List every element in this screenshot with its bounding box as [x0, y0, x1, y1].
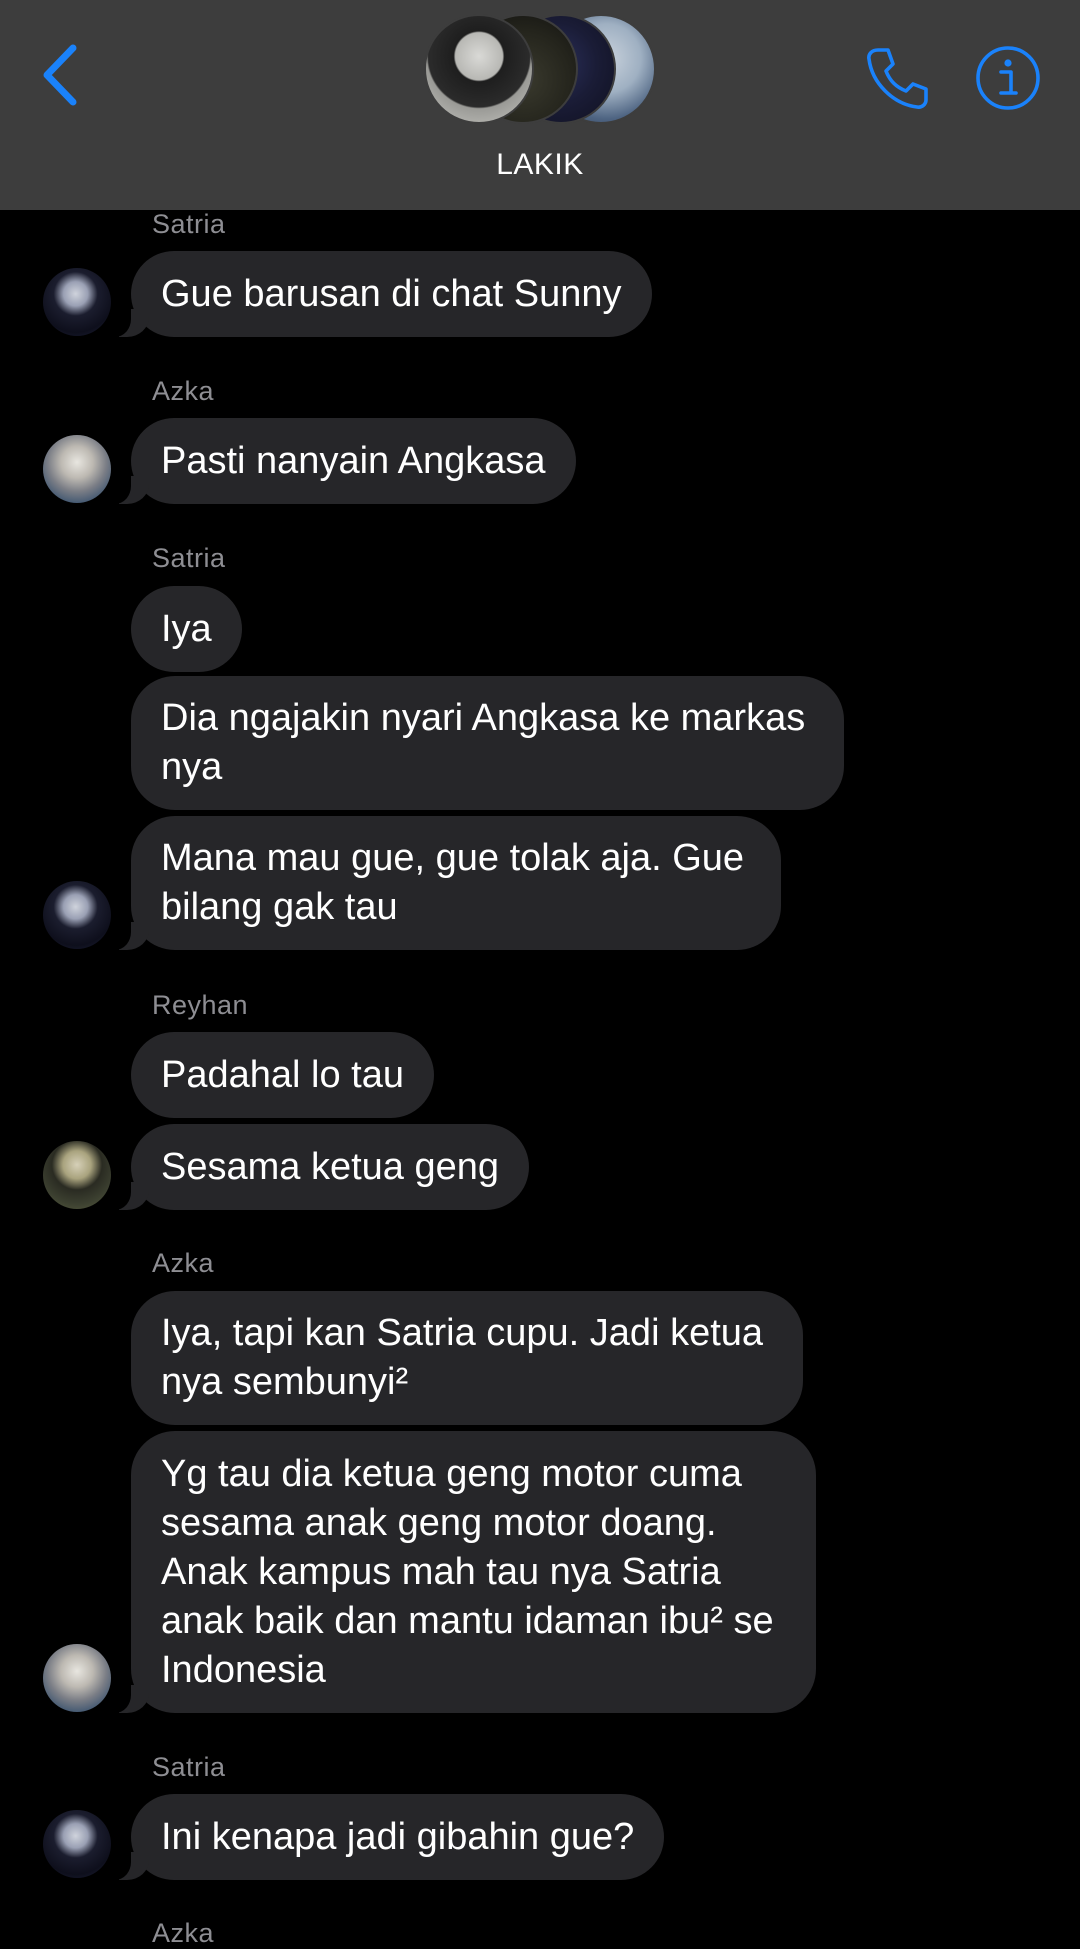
sender-name: Azka: [152, 1918, 215, 1948]
message-text: Pasti nanyain Angkasa: [161, 439, 546, 482]
avatar[interactable]: [43, 1141, 111, 1209]
message-bubble[interactable]: Iya, tapi kan Satria cupu. Jadi ketua ny…: [131, 1291, 803, 1425]
message-bubble[interactable]: Dia ngajakin nyari Angkasa ke markas nya: [131, 676, 844, 810]
back-button[interactable]: [36, 40, 86, 110]
call-button[interactable]: [862, 44, 932, 114]
message-bubble[interactable]: Iya: [131, 586, 242, 672]
avatar[interactable]: [43, 881, 111, 949]
chevron-left-icon: [43, 44, 77, 106]
message-text: Iya: [161, 607, 212, 650]
message-text: Ini kenapa jadi gibahin gue?: [161, 1815, 635, 1858]
message-text: Mana mau gue, gue tolak aja. Gue bilang …: [161, 837, 745, 928]
message-bubble[interactable]: Gue barusan di chat Sunny: [105, 251, 652, 337]
avatar[interactable]: [43, 1810, 111, 1878]
message-text: Padahal lo tau: [161, 1053, 404, 1096]
sender-name: Satria: [152, 209, 226, 239]
avatar[interactable]: [43, 268, 111, 336]
avatar[interactable]: [43, 1644, 111, 1712]
sender-name: Azka: [152, 1248, 215, 1278]
info-button[interactable]: [974, 44, 1042, 112]
message-bubble[interactable]: Mana mau gue, gue tolak aja. Gue bilang …: [105, 816, 781, 950]
message-bubble[interactable]: Ini kenapa jadi gibahin gue?: [104, 1794, 665, 1880]
message-text: Dia ngajakin nyari Angkasa ke markas nya: [161, 697, 806, 788]
chat-header: LAKIK: [0, 0, 1080, 210]
message-bubble[interactable]: Yg tau dia ketua geng motor cuma sesama …: [105, 1431, 816, 1713]
message-text: Gue barusan di chat Sunny: [161, 272, 622, 315]
sender-name: Reyhan: [152, 990, 249, 1020]
message-bubble[interactable]: Sesama ketua geng: [104, 1124, 530, 1210]
message-text: Iya, tapi kan Satria cupu. Jadi ketua ny…: [161, 1312, 764, 1403]
message-bubble[interactable]: Padahal lo tau: [131, 1032, 434, 1118]
message-bubble[interactable]: Pasti nanyain Angkasa: [105, 418, 576, 504]
group-avatar-stack[interactable]: [424, 14, 664, 124]
sender-name: Satria: [152, 543, 226, 573]
group-name[interactable]: LAKIK: [0, 148, 1080, 182]
message-text: Sesama ketua geng: [161, 1145, 500, 1188]
group-member-avatar: [424, 14, 534, 124]
phone-icon: [867, 48, 928, 109]
info-icon: [976, 46, 1040, 110]
sender-name: Azka: [152, 376, 215, 406]
sender-name: Satria: [152, 1752, 226, 1782]
avatar[interactable]: [43, 435, 111, 503]
message-text: Yg tau dia ketua geng motor cuma sesama …: [161, 1452, 774, 1691]
